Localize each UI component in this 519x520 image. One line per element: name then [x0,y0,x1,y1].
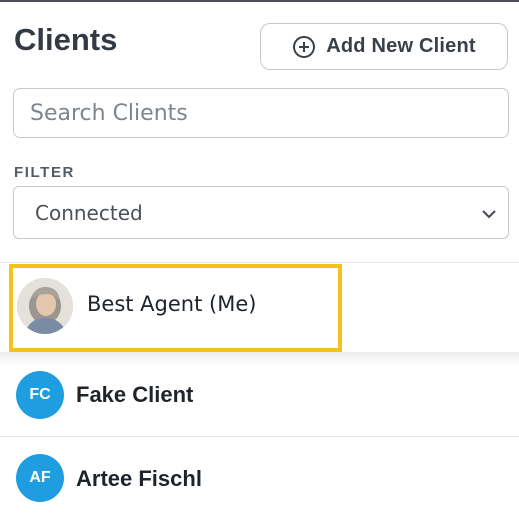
avatar: AF [16,454,64,502]
chevron-down-icon [482,210,496,219]
client-name: Best Agent (Me) [87,292,257,316]
client-name: Fake Client [76,382,194,407]
top-border [0,0,519,2]
client-row-best-agent[interactable] [0,262,519,352]
agent-photo-icon [17,278,73,334]
add-new-client-label: Add New Client [326,35,476,57]
avatar [17,278,73,334]
avatar: FC [16,371,64,419]
filter-select[interactable]: Connected [13,186,509,239]
page-title: Clients [14,22,118,57]
filter-label: FILTER [14,164,75,181]
filter-selected-value: Connected [35,200,143,225]
search-input[interactable] [13,88,509,138]
client-name: Artee Fischl [76,466,202,491]
plus-circle-icon [293,35,316,58]
add-new-client-button[interactable]: Add New Client [260,23,508,70]
